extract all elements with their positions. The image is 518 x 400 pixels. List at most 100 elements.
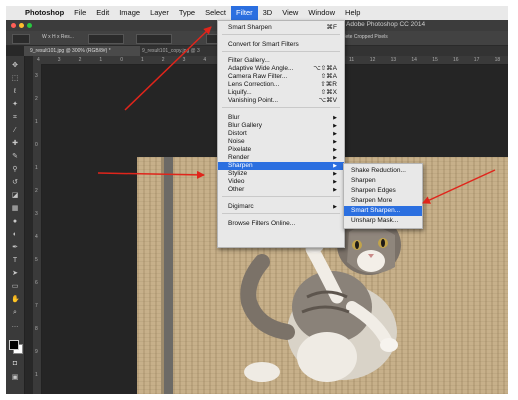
filter-menu-item-other[interactable]: Other ▶ (218, 186, 344, 194)
submenu-arrow-icon: ▶ (333, 179, 337, 185)
submenu-arrow-icon: ▶ (333, 139, 337, 145)
ratio-dropdown[interactable]: W x H x Res... (42, 34, 74, 40)
filter-menu-item-blur-gallery[interactable]: Blur Gallery ▶ (218, 122, 344, 130)
filter-menu-item-digimarc[interactable]: Digimarc ▶ (218, 203, 344, 211)
minimize-window-icon[interactable] (19, 23, 24, 28)
submenu-arrow-icon: ▶ (333, 115, 337, 121)
filter-menu-item-camera-raw-filter[interactable]: Camera Raw Filter... ⇧⌘A (218, 73, 344, 81)
filter-menu-item-liquify[interactable]: Liquify... ⇧⌘X (218, 89, 344, 97)
filter-menu-item-distort[interactable]: Distort ▶ (218, 130, 344, 138)
healing-brush-icon[interactable]: ✚ (11, 140, 19, 148)
sharpen-item-smart-sharpen[interactable]: Smart Sharpen... (344, 206, 422, 216)
menu-item-shortcut: ⇧⌘X (320, 89, 337, 96)
width-field[interactable] (88, 34, 124, 44)
ruler-tick-label: 7 (35, 303, 38, 309)
menu-item-label: Smart Sharpen (228, 24, 272, 31)
submenu-arrow-icon: ▶ (333, 163, 337, 169)
menu-type[interactable]: Type (174, 6, 200, 20)
filter-menu-item-filter-gallery[interactable]: Filter Gallery... (218, 57, 344, 65)
ruler-tick-label: 3 (35, 73, 38, 79)
filter-menu-item-blur[interactable]: Blur ▶ (218, 114, 344, 122)
ruler-tick-label: 2 (161, 57, 165, 63)
ruler-tick-label: 3 (182, 57, 186, 63)
filter-menu-item-browse-filters-online[interactable]: Browse Filters Online... (218, 220, 344, 228)
sharpen-item-sharpen[interactable]: Sharpen (344, 176, 422, 186)
path-selection-icon[interactable]: ➤ (11, 270, 19, 278)
dodge-icon[interactable]: ◐ (11, 231, 19, 239)
menu-photoshop[interactable]: Photoshop (20, 6, 69, 20)
submenu-item-label: Smart Sharpen... (351, 207, 401, 214)
menu-item-label: Liquify... (228, 89, 252, 96)
filter-menu-item-noise[interactable]: Noise ▶ (218, 138, 344, 146)
ruler-tick-label: 4 (35, 234, 38, 240)
filter-menu-item-convert-for-smart-filters[interactable]: Convert for Smart Filters (218, 41, 344, 49)
menu-layer[interactable]: Layer (145, 6, 174, 20)
submenu-arrow-icon: ▶ (333, 147, 337, 153)
pen-icon[interactable]: ✒ (11, 244, 19, 252)
close-window-icon[interactable] (11, 23, 16, 28)
filter-menu-item-vanishing-point[interactable]: Vanishing Point... ⌥⌘V (218, 97, 344, 105)
menu-filter[interactable]: Filter (230, 6, 258, 20)
filter-menu-item-lens-correction[interactable]: Lens Correction... ⇧⌘R (218, 81, 344, 89)
ruler-tick-label: 9 (35, 349, 38, 355)
menu-item-label: Blur (228, 114, 240, 121)
brush-icon[interactable]: ✎ (11, 153, 19, 161)
submenu-item-label: Sharpen More (351, 197, 393, 204)
zoom-icon[interactable]: ⌕ (11, 309, 19, 317)
move-icon[interactable]: ✥ (11, 62, 19, 70)
sharpen-item-shake-reduction[interactable]: Shake Reduction... (344, 166, 422, 176)
filter-menu-item-smart-sharpen[interactable]: Smart Sharpen ⌘F (218, 24, 344, 32)
menu-item-label: Digimarc (228, 203, 254, 210)
menu-edit[interactable]: Edit (91, 6, 114, 20)
sharpen-item-unsharp-mask[interactable]: Unsharp Mask... (344, 216, 422, 226)
menu-item-shortcut: ⇧⌘R (320, 81, 337, 88)
menu-help[interactable]: Help (340, 6, 365, 20)
submenu-item-label: Sharpen Edges (351, 187, 396, 194)
filter-menu-item-adaptive-wide-angle[interactable]: Adaptive Wide Angle... ⌥⇧⌘A (218, 65, 344, 73)
filter-menu-item-stylize[interactable]: Stylize ▶ (218, 170, 344, 178)
menu-item-shortcut: ⇧⌘A (320, 73, 337, 80)
eyedropper-icon[interactable]: ⁄ (11, 127, 19, 135)
clone-stamp-icon[interactable]: ⚲ (11, 166, 19, 174)
sharpen-item-sharpen-more[interactable]: Sharpen More (344, 196, 422, 206)
blur-icon[interactable]: ● (11, 218, 19, 226)
submenu-arrow-icon: ▶ (333, 155, 337, 161)
lasso-icon[interactable]: ℓ (11, 88, 19, 96)
ruler-tick-label: 15 (432, 57, 438, 63)
eraser-icon[interactable]: ◪ (11, 192, 19, 200)
rectangle-icon[interactable]: ▭ (11, 283, 19, 291)
tools-panel: ✥ ⬚ ℓ ✦ ⌗ ⁄ ✚ ✎ ⚲ ↺ ◪ ▦ ● ◐ ✒ T ➤ ▭ ✋ ⌕ … ◘ ▣ (6, 56, 25, 394)
menu-3d[interactable]: 3D (258, 6, 278, 20)
marquee-icon[interactable]: ⬚ (11, 75, 19, 83)
crop-tool-preset-icon[interactable] (12, 34, 30, 44)
menu-window[interactable]: Window (303, 6, 340, 20)
submenu-item-label: Unsharp Mask... (351, 217, 399, 224)
ruler-tick-label: 4 (37, 57, 40, 63)
zoom-window-icon[interactable] (27, 23, 32, 28)
sharpen-item-sharpen-edges[interactable]: Sharpen Edges (344, 186, 422, 196)
ruler-tick-label: 1 (141, 57, 144, 63)
menu-image[interactable]: Image (114, 6, 145, 20)
filter-menu-item-render[interactable]: Render ▶ (218, 154, 344, 162)
menu-file[interactable]: File (69, 6, 91, 20)
menu-item-label: Video (228, 178, 245, 185)
menu-view[interactable]: View (277, 6, 303, 20)
more-tools-icon[interactable]: … (11, 322, 19, 330)
filter-menu-item-video[interactable]: Video ▶ (218, 178, 344, 186)
screen-mode-icon[interactable]: ▣ (11, 374, 19, 382)
magic-wand-icon[interactable]: ✦ (11, 101, 19, 109)
filter-menu-item-pixelate[interactable]: Pixelate ▶ (218, 146, 344, 154)
ruler-tick-label: 2 (35, 188, 38, 194)
gradient-icon[interactable]: ▦ (11, 205, 19, 213)
filter-menu-item-sharpen[interactable]: Sharpen ▶ (218, 162, 344, 170)
history-brush-icon[interactable]: ↺ (11, 179, 19, 187)
menu-item-label: Adaptive Wide Angle... (228, 65, 294, 72)
menu-select[interactable]: Select (200, 6, 231, 20)
foreground-color-swatch[interactable] (9, 340, 19, 350)
crop-icon[interactable]: ⌗ (11, 114, 19, 122)
height-field[interactable] (136, 34, 172, 44)
hand-icon[interactable]: ✋ (11, 296, 20, 304)
quick-mask-icon[interactable]: ◘ (11, 360, 19, 368)
type-icon[interactable]: T (11, 257, 19, 265)
document-tab-active[interactable]: 9_result101.jpg @ 300% (RGB/8#) * (24, 46, 140, 56)
